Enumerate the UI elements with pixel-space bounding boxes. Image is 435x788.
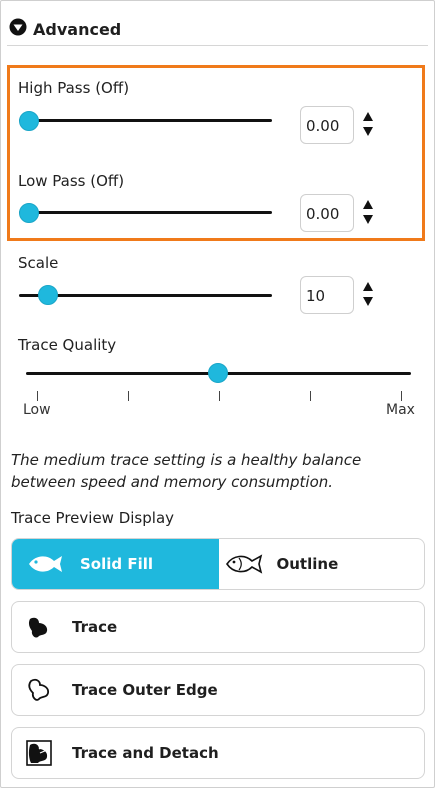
high-pass-stepper[interactable]: [362, 109, 376, 139]
slider-tick: [128, 391, 129, 401]
scale-label: Scale: [18, 254, 59, 272]
high-pass-slider-track[interactable]: [19, 119, 272, 122]
slider-tick: [219, 391, 220, 401]
decrement-icon[interactable]: [363, 297, 373, 306]
scale-stepper[interactable]: [362, 279, 376, 309]
scale-input[interactable]: 10: [300, 276, 354, 314]
trace-and-detach-label: Trace and Detach: [72, 744, 219, 762]
trace-preview-toggle: Solid Fill Outline: [11, 538, 425, 590]
trace-button[interactable]: Trace: [11, 601, 425, 653]
low-pass-input[interactable]: 0.00: [300, 194, 354, 232]
trace-label: Trace: [72, 618, 118, 636]
chevron-down-circle-icon: [9, 18, 27, 40]
scale-slider-thumb[interactable]: [38, 285, 58, 305]
outline-button[interactable]: Outline: [219, 539, 425, 589]
increment-icon[interactable]: [363, 112, 373, 121]
increment-icon[interactable]: [363, 200, 373, 209]
trace-outer-edge-label: Trace Outer Edge: [72, 681, 218, 699]
fish-outline-icon: [225, 549, 265, 579]
advanced-panel: Advanced High Pass (Off) 0.00 Low Pass (…: [0, 0, 435, 788]
low-pass-label: Low Pass (Off): [18, 172, 125, 190]
trace-description: The medium trace setting is a healthy ba…: [11, 451, 362, 491]
trace-quality-slider-thumb[interactable]: [208, 363, 228, 383]
outline-label: Outline: [276, 555, 339, 573]
trace-quality-label: Trace Quality: [18, 336, 117, 354]
trace-outer-edge-button[interactable]: Trace Outer Edge: [11, 664, 425, 716]
slider-tick: [401, 391, 402, 401]
high-pass-label: High Pass (Off): [18, 79, 130, 97]
trace-outline-icon: [24, 675, 54, 705]
divider: [7, 45, 428, 46]
low-pass-slider-thumb[interactable]: [19, 203, 39, 223]
low-pass-slider-track[interactable]: [19, 211, 272, 214]
slider-tick: [310, 391, 311, 401]
high-pass-slider-thumb[interactable]: [19, 111, 39, 131]
advanced-section-toggle[interactable]: Advanced: [9, 17, 121, 41]
trace-shape-icon: [24, 612, 54, 642]
increment-icon[interactable]: [363, 282, 373, 291]
high-pass-input[interactable]: 0.00: [300, 106, 354, 144]
trace-quality-min-label: Low: [23, 402, 51, 418]
low-pass-stepper[interactable]: [362, 197, 376, 227]
decrement-icon[interactable]: [363, 127, 373, 136]
trace-and-detach-button[interactable]: Trace and Detach: [11, 727, 425, 779]
solid-fill-label: Solid Fill: [80, 555, 154, 573]
trace-quality-max-label: Max: [386, 402, 415, 418]
trace-preview-label: Trace Preview Display: [11, 509, 175, 527]
trace-detach-icon: [24, 738, 54, 768]
solid-fill-button[interactable]: Solid Fill: [12, 539, 219, 589]
decrement-icon[interactable]: [363, 215, 373, 224]
slider-tick: [37, 391, 38, 401]
fish-solid-icon: [26, 549, 66, 579]
section-title: Advanced: [33, 19, 122, 39]
